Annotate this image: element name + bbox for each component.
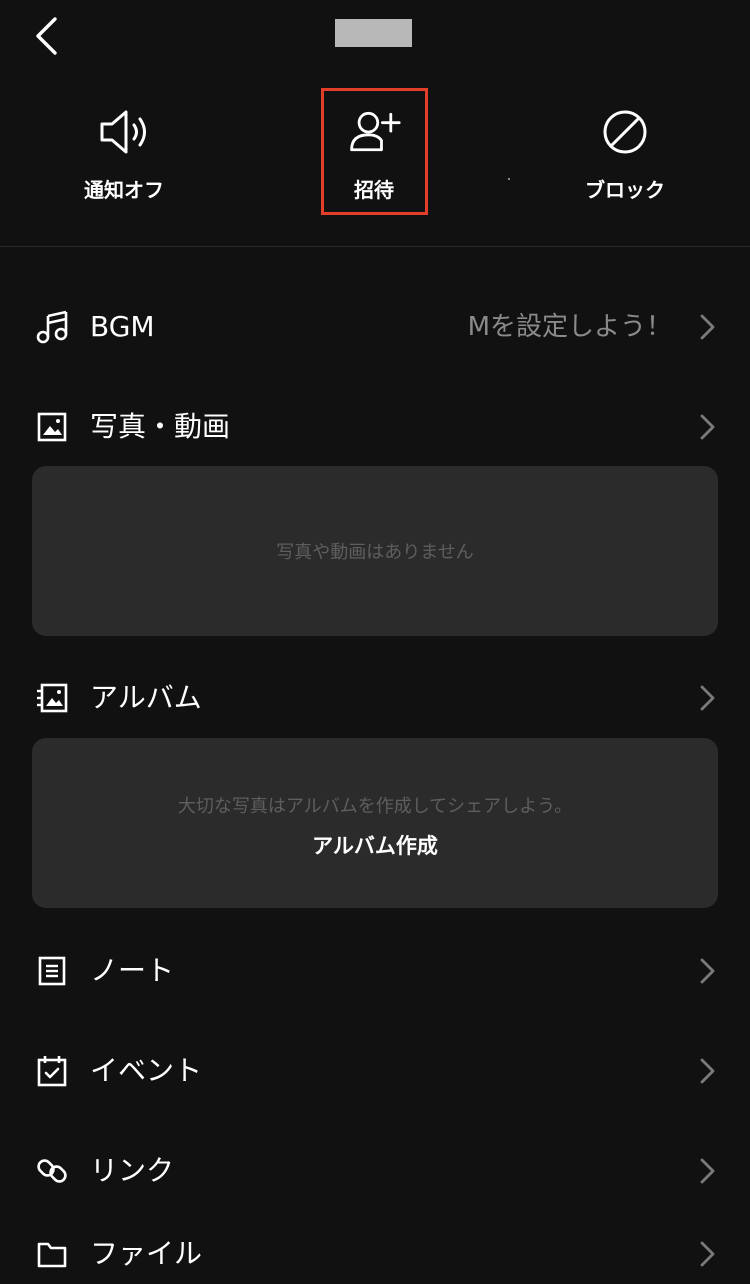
- chevron-right-icon: [700, 1158, 715, 1184]
- photos-empty-text: 写真や動画はありません: [276, 542, 474, 563]
- create-album-button[interactable]: アルバム作成: [32, 830, 718, 860]
- chevron-right-icon: [700, 414, 715, 440]
- bgm-row[interactable]: BGM Mを設定しよう！: [0, 297, 750, 357]
- chevron-right-icon: [700, 685, 715, 711]
- stray-dot: [508, 178, 510, 180]
- photo-icon: [37, 412, 67, 442]
- chevron-right-icon: [700, 958, 715, 984]
- header: [0, 0, 750, 70]
- album-row[interactable]: アルバム: [0, 668, 750, 728]
- album-icon: [37, 683, 68, 713]
- album-empty-card: 大切な写真はアルバムを作成してシェアしよう。 アルバム作成: [32, 738, 718, 908]
- file-row[interactable]: ファイル: [0, 1224, 750, 1284]
- link-icon: [37, 1159, 67, 1183]
- block-label: ブロック: [585, 178, 665, 202]
- album-label: アルバム: [90, 681, 202, 714]
- file-label: ファイル: [90, 1237, 203, 1270]
- chat-settings-screen: 通知オフ 招待 ブロック BGM Mを設定しよう！ 写真・動画 写真や動画はあり…: [0, 0, 750, 1284]
- chevron-right-icon: [700, 1058, 715, 1084]
- bgm-value: Mを設定しよう！: [467, 312, 672, 342]
- divider: [0, 246, 750, 247]
- speaker-icon: [100, 110, 146, 154]
- note-icon: [38, 956, 66, 986]
- event-label: イベント: [90, 1054, 203, 1087]
- back-button[interactable]: [24, 12, 68, 60]
- link-row[interactable]: リンク: [0, 1141, 750, 1201]
- photos-empty-card: 写真や動画はありません: [32, 466, 718, 636]
- link-label: リンク: [90, 1154, 175, 1187]
- chevron-right-icon: [700, 314, 715, 340]
- folder-icon: [37, 1242, 67, 1268]
- block-button[interactable]: ブロック: [545, 80, 705, 220]
- chevron-right-icon: [700, 1241, 715, 1267]
- event-row[interactable]: イベント: [0, 1041, 750, 1101]
- album-empty-text: 大切な写真はアルバムを作成してシェアしよう。: [177, 796, 573, 817]
- bgm-label: BGM: [90, 310, 155, 343]
- mute-notifications-button[interactable]: 通知オフ: [44, 80, 204, 220]
- mute-notifications-label: 通知オフ: [84, 178, 164, 202]
- calendar-icon: [37, 1056, 67, 1087]
- redacted-title: [335, 19, 412, 47]
- note-row[interactable]: ノート: [0, 941, 750, 1001]
- photos-videos-row[interactable]: 写真・動画: [0, 397, 750, 457]
- photos-videos-label: 写真・動画: [90, 410, 231, 443]
- note-label: ノート: [90, 954, 175, 987]
- block-icon: [603, 110, 647, 154]
- music-note-icon: [36, 310, 68, 344]
- invite-highlight-box: [321, 88, 428, 215]
- chevron-left-icon: [36, 17, 57, 55]
